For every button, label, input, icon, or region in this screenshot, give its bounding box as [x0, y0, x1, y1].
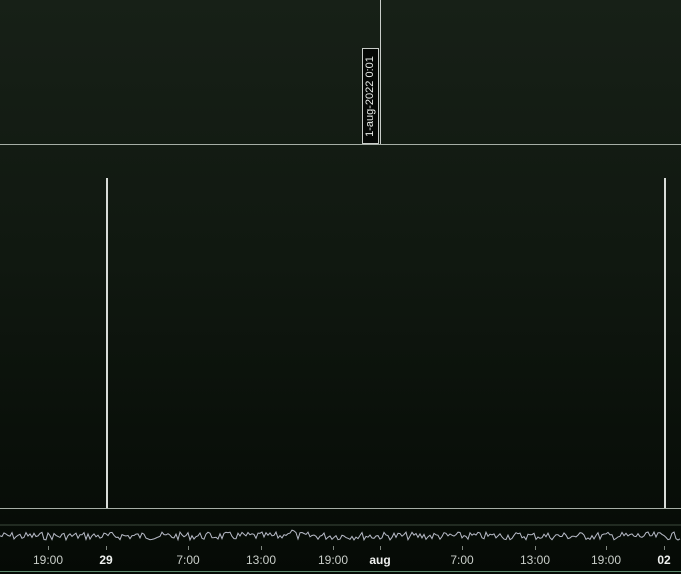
- axis-bottom-line: [0, 571, 681, 572]
- crosshair-vertical-line: [380, 0, 381, 144]
- cursor-date-label: 1-aug-2022 0:01: [362, 48, 379, 144]
- axis-tick: [664, 546, 665, 550]
- chart-area[interactable]: 1-aug-2022 0:01 19:00 29 7:00 13:00 19:00 aug…: [0, 0, 681, 574]
- axis-tick-label: 13:00: [245, 553, 277, 567]
- time-axis: 19:00 29 7:00 13:00 19:00 aug 7:00 13:00 19:00 02: [0, 546, 681, 574]
- axis-tick: [261, 546, 262, 550]
- axis-tick-label: 29: [99, 553, 113, 567]
- axis-tick: [188, 546, 189, 550]
- axis-tick-label: 19:00: [317, 553, 349, 567]
- event-marker-line: [106, 178, 108, 508]
- axis-tick-label: 7:00: [176, 553, 200, 567]
- axis-tick-label: 7:00: [450, 553, 474, 567]
- axis-tick: [333, 546, 334, 550]
- cursor-date-text: 1-aug-2022 0:01: [364, 55, 377, 137]
- activity-trace: [0, 529, 681, 542]
- axis-tick: [462, 546, 463, 550]
- axis-tick-label: 19:00: [32, 553, 64, 567]
- axis-tick: [535, 546, 536, 550]
- axis-tick-label: 02: [657, 553, 671, 567]
- top-panel[interactable]: 1-aug-2022 0:01: [0, 0, 681, 144]
- axis-tick: [380, 546, 381, 550]
- axis-tick: [606, 546, 607, 550]
- axis-tick-label: aug: [369, 553, 391, 567]
- axis-tick: [48, 546, 49, 550]
- panel-divider-bottom: [0, 508, 681, 509]
- panel-divider-top: [0, 144, 681, 145]
- axis-tick-label: 19:00: [590, 553, 622, 567]
- event-marker-line: [664, 178, 666, 508]
- axis-tick-label: 13:00: [519, 553, 551, 567]
- axis-tick: [106, 546, 107, 550]
